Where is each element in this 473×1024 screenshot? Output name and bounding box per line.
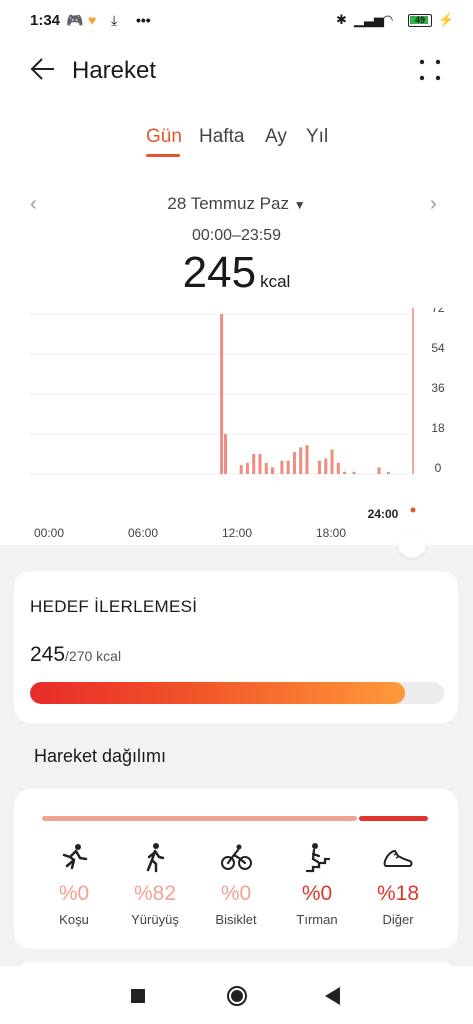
distribution-bar-walking [42,816,357,821]
date-label: 28 Temmuz Paz [167,194,289,213]
activity-percent: %82 [133,882,177,905]
total-calories: 245 kcal [0,248,473,298]
chart-bar [324,458,328,474]
climbing-icon [305,843,331,873]
chart-bar [336,462,340,474]
charging-icon: ⚡ [438,12,455,27]
chart-bar [245,462,249,474]
y-tick-label: 36 [431,381,445,395]
shoe-icon [383,849,413,867]
x-tick-label: 06:00 [128,526,158,540]
battery-level: 49 [414,15,425,25]
period-tabs: Gün Hafta Ay Yıl [0,126,473,160]
running-icon [62,844,88,870]
back-arrow-icon[interactable] [28,54,58,84]
wifi-icon: ◠ [382,12,394,27]
system-navigation-bar [0,966,473,1024]
goal-title: HEDEF İLERLEMESİ [30,597,198,616]
date-selector[interactable]: 28 Temmuz Paz ▼ [0,194,473,214]
activity-label: Bisiklet [215,912,257,927]
current-time-label: 24:00 [368,507,399,521]
next-day-icon[interactable]: › [430,193,437,216]
time-range: 00:00–23:59 [192,227,281,244]
chart-scroll-handle[interactable] [398,530,426,558]
download-icon: ⤓ [111,12,118,28]
activity-label: Tırman [296,912,338,927]
chart-bar [386,471,390,474]
status-time: 1:34 [30,12,61,29]
activity-item: %18 Diğer [358,841,438,927]
activity-percent: %0 [301,882,333,905]
page-title: Hareket [72,57,157,84]
chart-bar [264,462,268,474]
chart-bar [352,471,356,474]
chart-bar [377,467,381,474]
recents-button[interactable] [130,988,146,1004]
x-tick-label: 00:00 [34,526,64,540]
cycling-icon [221,844,252,870]
distribution-bar-other [358,816,428,821]
y-tick-label: 18 [431,421,445,435]
y-tick-label: 0 [435,461,442,475]
more-notifications-icon: ••• [136,12,151,28]
current-time-dot [410,507,416,513]
y-tick-label: 72 [431,308,445,315]
goal-current: 245 [30,643,66,666]
activity-label: Diğer [382,912,414,927]
chart-bar [292,451,296,474]
hourly-calories-chart: 72 54 36 18 0 24:00 00:00 06:00 12:00 18:00 [30,308,445,540]
chart-bar [239,465,243,474]
chart-bar [220,314,224,474]
chart-bar [258,454,262,474]
tab-day[interactable]: Gün [146,126,182,148]
activity-item: %82 Yürüyüş [115,841,195,927]
tab-year[interactable]: Yıl [306,126,328,148]
chart-bar [280,460,284,474]
total-calories-unit: kcal [260,272,291,291]
health-app-icon: ♥ [88,12,97,28]
chart-bar [305,445,309,474]
activity-label: Yürüyüş [131,912,179,927]
gamepad-icon: 🎮 [66,12,84,28]
activity-percent: %0 [58,882,90,905]
goal-progress-bar [30,682,444,704]
distribution-title: Hareket dağılımı [34,746,167,766]
back-button[interactable] [323,986,341,1006]
status-bar: 1:34 🎮 ♥ ⤓ ••• ✱ ▁▃▅ ◠ 49 ⚡ [0,0,473,42]
x-tick-label: 18:00 [316,526,346,540]
chart-bar [224,434,227,474]
tab-indicator [146,154,180,157]
chart-bar [271,467,274,474]
chart-bar [330,449,334,474]
activity-label: Koşu [59,912,89,927]
chart-bar [286,460,290,474]
chart-bar [343,471,347,474]
activity-item: %0 Koşu [34,841,114,927]
walking-icon [146,843,165,873]
more-options-icon[interactable] [416,56,444,84]
goal-value: 245/270 kcal [30,643,121,667]
activity-item: %0 Bisiklet [196,841,276,927]
activity-percent: %18 [376,882,420,905]
caret-down-icon: ▼ [293,198,306,212]
chart-bar [318,460,321,474]
bluetooth-icon: ✱ [336,12,347,27]
signal-icon: ▁▃▅ [354,12,384,27]
total-calories-value: 245 [182,248,257,297]
chart-bar [252,454,256,474]
tab-month[interactable]: Ay [265,126,287,148]
goal-target: /270 kcal [65,648,122,664]
goal-progress-fill [30,682,406,704]
battery-icon: 49 [408,14,432,27]
activity-item: %0 Tırman [277,841,357,927]
distribution-card: %0 Koşu %82 Yürüyüş %0 Bisiklet %0 Tırman %18 Diğ… [14,789,458,949]
chart-bar [299,447,303,474]
activity-percent: %0 [220,882,252,905]
y-tick-label: 54 [431,341,445,355]
x-tick-label: 12:00 [222,526,252,540]
home-button[interactable] [225,984,249,1008]
goal-progress-card: HEDEF İLERLEMESİ 245/270 kcal [14,571,458,723]
tab-week[interactable]: Hafta [199,126,244,148]
